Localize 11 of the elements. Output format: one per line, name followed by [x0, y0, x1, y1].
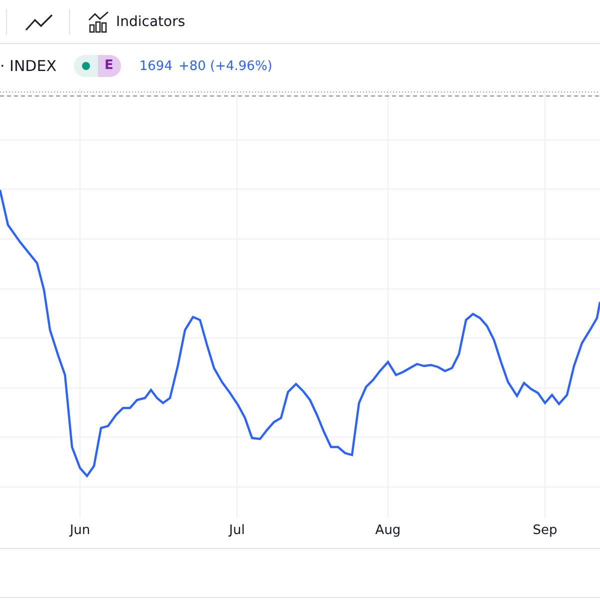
symbol-title: · INDEX: [0, 57, 56, 75]
price-change: +80 (+4.96%): [178, 58, 272, 74]
axis-label: Sep: [532, 523, 558, 538]
axis-label: Aug: [375, 523, 401, 538]
price-value: 1694: [139, 58, 172, 74]
axis-label: Jun: [70, 523, 90, 538]
line-chart-icon: [25, 12, 53, 32]
axis-label: Jul: [229, 523, 245, 538]
bar-chart-icon: [88, 10, 110, 32]
indicators-button[interactable]: Indicators: [82, 6, 192, 36]
badge-letter: E: [98, 55, 122, 77]
